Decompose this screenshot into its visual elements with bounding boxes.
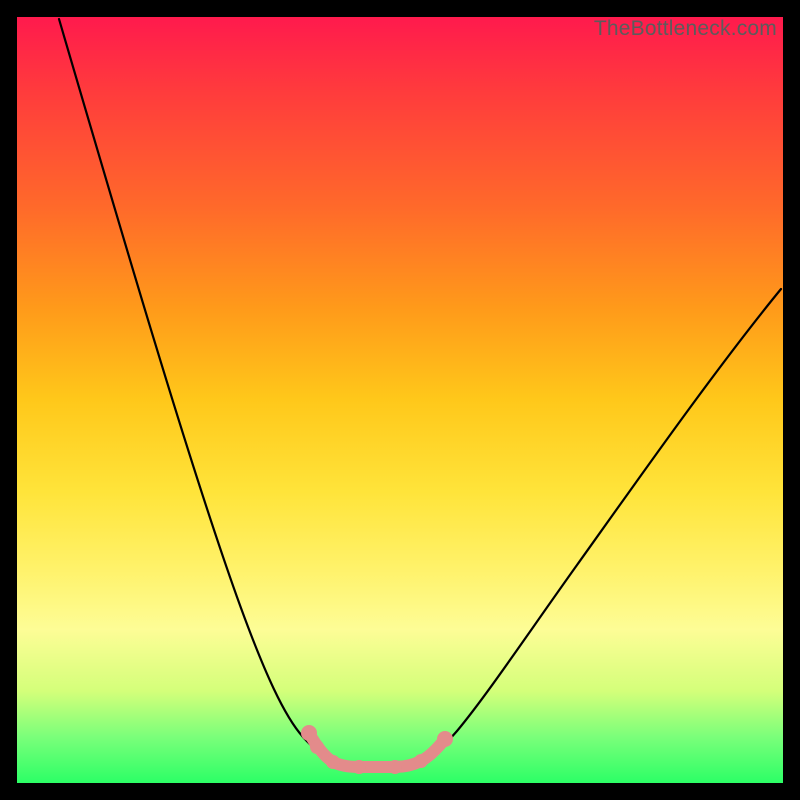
curve-main [59, 19, 781, 766]
highlight-bottom [301, 725, 453, 774]
plot-area: TheBottleneck.com [17, 17, 783, 783]
chart-stage: TheBottleneck.com [0, 0, 800, 800]
bottleneck-curve [17, 17, 783, 783]
watermark: TheBottleneck.com [594, 17, 777, 41]
